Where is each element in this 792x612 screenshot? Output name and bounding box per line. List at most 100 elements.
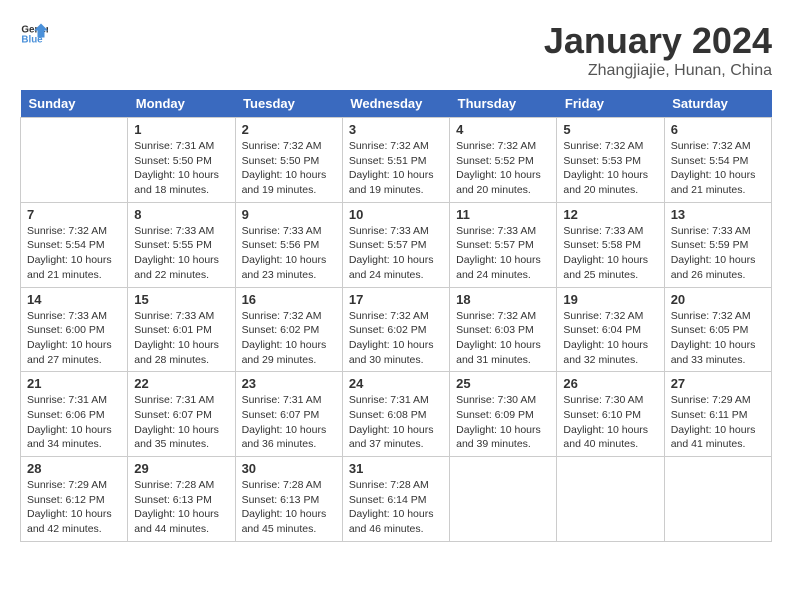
day-info: Sunrise: 7:29 AMSunset: 6:12 PMDaylight:… [27, 478, 121, 537]
day-info: Sunrise: 7:33 AMSunset: 6:01 PMDaylight:… [134, 309, 228, 368]
calendar-cell: 28 Sunrise: 7:29 AMSunset: 6:12 PMDayligh… [21, 457, 128, 542]
day-info: Sunrise: 7:30 AMSunset: 6:09 PMDaylight:… [456, 393, 550, 452]
calendar-cell: 31Sunrise: 7:28 AMSunset: 6:14 PMDayligh… [342, 457, 449, 542]
day-number: 5 [563, 122, 657, 137]
calendar-table: Sunday Monday Tuesday Wednesday Thursday… [20, 90, 772, 542]
day-info: Sunrise: 7:33 AMSunset: 5:57 PMDaylight:… [349, 224, 443, 283]
day-info: Sunrise: 7:28 AMSunset: 6:13 PMDaylight:… [134, 478, 228, 537]
day-number: 18 [456, 292, 550, 307]
day-number: 13 [671, 207, 765, 222]
calendar-cell: 7Sunrise: 7:32 AMSunset: 5:54 PMDaylight… [21, 202, 128, 287]
calendar-cell: 23 Sunrise: 7:31 AMSunset: 6:07 PMDayligh… [235, 372, 342, 457]
calendar-cell: 8Sunrise: 7:33 AMSunset: 5:55 PMDaylight… [128, 202, 235, 287]
calendar-cell: 30 Sunrise: 7:28 AMSunset: 6:13 PMDayligh… [235, 457, 342, 542]
calendar-cell: 15 Sunrise: 7:33 AMSunset: 6:01 PMDayligh… [128, 287, 235, 372]
calendar-cell: 26 Sunrise: 7:30 AMSunset: 6:10 PMDayligh… [557, 372, 664, 457]
calendar-cell: 1 Sunrise: 7:31 AMSunset: 5:50 PMDaylight… [128, 118, 235, 203]
calendar-cell: 5 Sunrise: 7:32 AMSunset: 5:53 PMDaylight… [557, 118, 664, 203]
header-wednesday: Wednesday [342, 90, 449, 118]
calendar-cell: 16 Sunrise: 7:32 AMSunset: 6:02 PMDayligh… [235, 287, 342, 372]
calendar-cell: 17 Sunrise: 7:32 AMSunset: 6:02 PMDayligh… [342, 287, 449, 372]
day-number: 19 [563, 292, 657, 307]
day-number: 29 [134, 461, 228, 476]
calendar-cell: 29 Sunrise: 7:28 AMSunset: 6:13 PMDayligh… [128, 457, 235, 542]
week-row-5: 28 Sunrise: 7:29 AMSunset: 6:12 PMDayligh… [21, 457, 772, 542]
day-info: Sunrise: 7:32 AMSunset: 5:54 PMDaylight:… [27, 224, 121, 283]
day-info: Sunrise: 7:30 AMSunset: 6:10 PMDaylight:… [563, 393, 657, 452]
day-info: Sunrise: 7:28 AMSunset: 6:13 PMDaylight:… [242, 478, 336, 537]
day-number: 1 [134, 122, 228, 137]
calendar-cell: 13 Sunrise: 7:33 AMSunset: 5:59 PMDayligh… [664, 202, 771, 287]
day-info: Sunrise: 7:32 AMSunset: 5:51 PMDaylight:… [349, 139, 443, 198]
day-info: Sunrise: 7:32 AMSunset: 6:05 PMDaylight:… [671, 309, 765, 368]
header-sunday: Sunday [21, 90, 128, 118]
header-friday: Friday [557, 90, 664, 118]
calendar-cell: 27 Sunrise: 7:29 AMSunset: 6:11 PMDayligh… [664, 372, 771, 457]
day-info: Sunrise: 7:33 AMSunset: 5:59 PMDaylight:… [671, 224, 765, 283]
day-number: 6 [671, 122, 765, 137]
calendar-cell: 14 Sunrise: 7:33 AMSunset: 6:00 PMDayligh… [21, 287, 128, 372]
calendar-cell: 24 Sunrise: 7:31 AMSunset: 6:08 PMDayligh… [342, 372, 449, 457]
day-info: Sunrise: 7:31 AMSunset: 5:50 PMDaylight:… [134, 139, 228, 198]
week-row-2: 7Sunrise: 7:32 AMSunset: 5:54 PMDaylight… [21, 202, 772, 287]
day-info: Sunrise: 7:32 AMSunset: 6:03 PMDaylight:… [456, 309, 550, 368]
day-number: 14 [27, 292, 121, 307]
calendar-cell: 4 Sunrise: 7:32 AMSunset: 5:52 PMDaylight… [450, 118, 557, 203]
day-info: Sunrise: 7:32 AMSunset: 5:52 PMDaylight:… [456, 139, 550, 198]
day-info: Sunrise: 7:31 AMSunset: 6:07 PMDaylight:… [242, 393, 336, 452]
day-number: 17 [349, 292, 443, 307]
calendar-cell: 22 Sunrise: 7:31 AMSunset: 6:07 PMDayligh… [128, 372, 235, 457]
day-info: Sunrise: 7:33 AMSunset: 5:58 PMDaylight:… [563, 224, 657, 283]
day-info: Sunrise: 7:32 AMSunset: 6:02 PMDaylight:… [349, 309, 443, 368]
day-number: 24 [349, 376, 443, 391]
day-number: 28 [27, 461, 121, 476]
calendar-cell [557, 457, 664, 542]
day-info: Sunrise: 7:31 AMSunset: 6:07 PMDaylight:… [134, 393, 228, 452]
calendar-cell: 2Sunrise: 7:32 AMSunset: 5:50 PMDaylight… [235, 118, 342, 203]
day-number: 16 [242, 292, 336, 307]
calendar-cell: 21 Sunrise: 7:31 AMSunset: 6:06 PMDayligh… [21, 372, 128, 457]
header-tuesday: Tuesday [235, 90, 342, 118]
day-info: Sunrise: 7:33 AMSunset: 6:00 PMDaylight:… [27, 309, 121, 368]
day-number: 4 [456, 122, 550, 137]
day-info: Sunrise: 7:31 AMSunset: 6:06 PMDaylight:… [27, 393, 121, 452]
day-number: 12 [563, 207, 657, 222]
day-info: Sunrise: 7:33 AMSunset: 5:55 PMDaylight:… [134, 224, 228, 283]
day-number: 25 [456, 376, 550, 391]
day-info: Sunrise: 7:29 AMSunset: 6:11 PMDaylight:… [671, 393, 765, 452]
day-number: 21 [27, 376, 121, 391]
day-number: 31 [349, 461, 443, 476]
day-info: Sunrise: 7:33 AMSunset: 5:56 PMDaylight:… [242, 224, 336, 283]
day-info: Sunrise: 7:31 AMSunset: 6:08 PMDaylight:… [349, 393, 443, 452]
calendar-cell: 19Sunrise: 7:32 AMSunset: 6:04 PMDayligh… [557, 287, 664, 372]
calendar-cell: 10Sunrise: 7:33 AMSunset: 5:57 PMDayligh… [342, 202, 449, 287]
day-number: 15 [134, 292, 228, 307]
page-header: General Blue January 2024 Zhangjiajie, H… [20, 20, 772, 80]
day-number: 9 [242, 207, 336, 222]
day-info: Sunrise: 7:32 AMSunset: 5:53 PMDaylight:… [563, 139, 657, 198]
day-number: 22 [134, 376, 228, 391]
day-number: 27 [671, 376, 765, 391]
day-info: Sunrise: 7:32 AMSunset: 5:54 PMDaylight:… [671, 139, 765, 198]
calendar-cell: 3 Sunrise: 7:32 AMSunset: 5:51 PMDaylight… [342, 118, 449, 203]
week-row-1: 1 Sunrise: 7:31 AMSunset: 5:50 PMDaylight… [21, 118, 772, 203]
day-number: 3 [349, 122, 443, 137]
day-number: 26 [563, 376, 657, 391]
week-row-3: 14 Sunrise: 7:33 AMSunset: 6:00 PMDayligh… [21, 287, 772, 372]
day-number: 11 [456, 207, 550, 222]
calendar-cell [664, 457, 771, 542]
week-row-4: 21 Sunrise: 7:31 AMSunset: 6:06 PMDayligh… [21, 372, 772, 457]
header-thursday: Thursday [450, 90, 557, 118]
day-info: Sunrise: 7:32 AMSunset: 6:02 PMDaylight:… [242, 309, 336, 368]
day-number: 30 [242, 461, 336, 476]
day-number: 23 [242, 376, 336, 391]
location-subtitle: Zhangjiajie, Hunan, China [544, 62, 772, 80]
logo-icon: General Blue [20, 20, 48, 48]
calendar-cell: 25 Sunrise: 7:30 AMSunset: 6:09 PMDayligh… [450, 372, 557, 457]
day-number: 2 [242, 122, 336, 137]
month-year-title: January 2024 [544, 20, 772, 62]
days-header-row: Sunday Monday Tuesday Wednesday Thursday… [21, 90, 772, 118]
day-info: Sunrise: 7:33 AMSunset: 5:57 PMDaylight:… [456, 224, 550, 283]
calendar-cell [21, 118, 128, 203]
calendar-cell [450, 457, 557, 542]
